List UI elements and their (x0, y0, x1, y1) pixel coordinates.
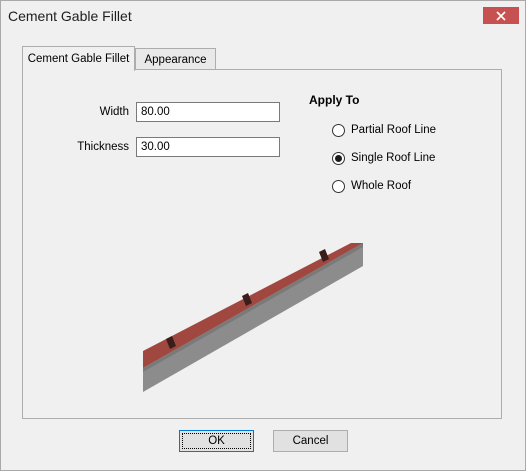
focus-ring (182, 433, 251, 449)
radio-single-roof-line[interactable]: Single Roof Line (332, 150, 435, 166)
close-button[interactable] (483, 7, 519, 24)
fillet-side-shade (143, 243, 363, 372)
ok-button[interactable]: OK (179, 430, 254, 452)
radio-whole-roof[interactable]: Whole Roof (332, 178, 411, 194)
cancel-label: Cancel (292, 435, 329, 447)
width-label: Width (99, 106, 129, 118)
radio-label: Single Roof Line (351, 152, 436, 164)
thickness-label: Thickness (77, 141, 129, 153)
radio-circle (332, 151, 345, 165)
tab-panel: Width Thickness Apply To Partial Roof Li… (22, 69, 502, 419)
title-bar: Cement Gable Fillet (1, 1, 525, 31)
window-title: Cement Gable Fillet (8, 8, 132, 24)
dialog-window: Cement Gable Fillet Cement Gable Fillet … (0, 0, 526, 471)
width-field[interactable] (136, 102, 280, 122)
radio-label: Whole Roof (351, 180, 412, 192)
tab-label: Cement Gable Fillet (27, 53, 130, 65)
apply-to-title: Apply To (309, 93, 360, 107)
cancel-button[interactable]: Cancel (273, 430, 348, 452)
tab-appearance[interactable]: Appearance (135, 48, 216, 70)
radio-circle (332, 179, 345, 193)
radio-circle (332, 123, 345, 137)
thickness-field[interactable] (136, 137, 280, 157)
tab-cement-gable-fillet[interactable]: Cement Gable Fillet (22, 46, 135, 71)
radio-label: Partial Roof Line (351, 124, 437, 136)
radio-dot (335, 154, 342, 162)
close-icon (496, 10, 506, 21)
fillet-preview (143, 243, 363, 392)
tab-label: Appearance (144, 53, 207, 66)
radio-partial-roof-line[interactable]: Partial Roof Line (332, 122, 436, 138)
